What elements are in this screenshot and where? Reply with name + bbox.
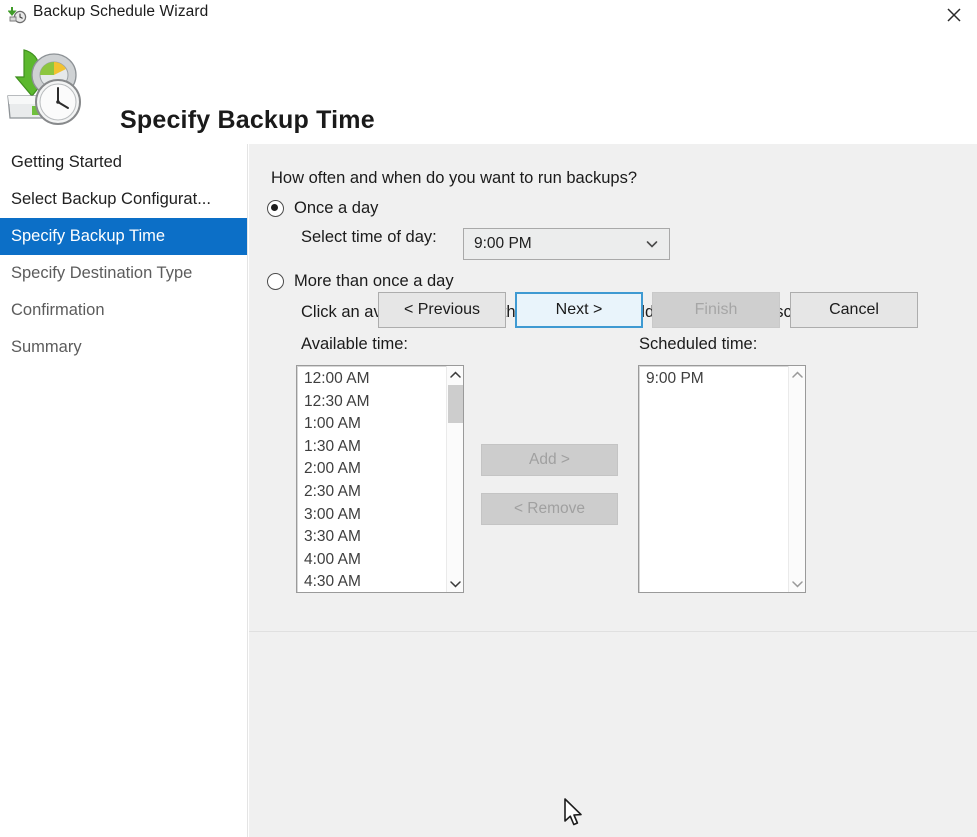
close-icon[interactable] bbox=[931, 0, 977, 30]
remove-button[interactable]: < Remove bbox=[481, 493, 618, 525]
window-title: Backup Schedule Wizard bbox=[33, 3, 209, 20]
radio-once-a-day-mark bbox=[267, 200, 284, 217]
add-button[interactable]: Add > bbox=[481, 444, 618, 476]
scheduled-time-scrollbar[interactable] bbox=[788, 366, 805, 592]
available-time-items: 12:00 AM 12:30 AM 1:00 AM 1:30 AM 2:00 A… bbox=[297, 368, 445, 592]
radio-more-than-once-a-day[interactable]: More than once a day bbox=[267, 272, 454, 291]
backup-schedule-wizard-window: Backup Schedule Wizard Specify Backup Ti… bbox=[0, 0, 977, 837]
chevron-up-icon[interactable] bbox=[789, 366, 805, 383]
sidebar-item-summary[interactable]: Summary bbox=[0, 329, 247, 366]
footer-divider bbox=[249, 631, 977, 632]
list-item[interactable]: 9:00 PM bbox=[646, 368, 787, 391]
list-item[interactable]: 2:00 AM bbox=[304, 458, 445, 481]
list-item[interactable]: 4:00 AM bbox=[304, 549, 445, 572]
scrollbar-thumb[interactable] bbox=[448, 385, 463, 423]
available-time-listbox[interactable]: 12:00 AM 12:30 AM 1:00 AM 1:30 AM 2:00 A… bbox=[296, 365, 464, 593]
list-item[interactable]: 3:30 AM bbox=[304, 526, 445, 549]
chevron-down-icon[interactable] bbox=[447, 575, 463, 592]
sidebar-item-specify-backup-time[interactable]: Specify Backup Time bbox=[0, 218, 247, 255]
list-item[interactable]: 12:00 AM bbox=[304, 368, 445, 391]
radio-once-a-day-label: Once a day bbox=[294, 199, 379, 217]
content-panel: How often and when do you want to run ba… bbox=[249, 144, 977, 837]
wizard-steps-sidebar: Getting Started Select Backup Configurat… bbox=[0, 144, 247, 837]
list-item[interactable]: 4:30 AM bbox=[304, 571, 445, 592]
chevron-down-icon bbox=[645, 237, 659, 251]
finish-button[interactable]: Finish bbox=[652, 292, 780, 328]
time-of-day-dropdown[interactable]: 9:00 PM bbox=[463, 228, 670, 260]
time-of-day-row: Select time of day: bbox=[301, 228, 437, 247]
list-item[interactable]: 1:30 AM bbox=[304, 436, 445, 459]
chevron-up-icon[interactable] bbox=[447, 366, 463, 383]
time-of-day-value: 9:00 PM bbox=[474, 235, 532, 252]
cancel-button[interactable]: Cancel bbox=[790, 292, 918, 328]
question-label: How often and when do you want to run ba… bbox=[271, 169, 637, 187]
list-item[interactable]: 2:30 AM bbox=[304, 481, 445, 504]
list-item[interactable]: 1:00 AM bbox=[304, 413, 445, 436]
scheduled-time-label: Scheduled time: bbox=[639, 335, 758, 353]
page-title: Specify Backup Time bbox=[120, 106, 375, 134]
radio-more-than-once-a-day-mark bbox=[267, 273, 284, 290]
radio-once-a-day[interactable]: Once a day bbox=[267, 199, 378, 218]
backup-clock-icon bbox=[2, 44, 90, 130]
sidebar-item-getting-started[interactable]: Getting Started bbox=[0, 144, 247, 181]
scheduled-time-listbox[interactable]: 9:00 PM bbox=[638, 365, 806, 593]
available-time-scrollbar[interactable] bbox=[446, 366, 463, 592]
chevron-down-icon[interactable] bbox=[789, 575, 805, 592]
previous-button[interactable]: < Previous bbox=[378, 292, 506, 328]
available-time-label: Available time: bbox=[301, 335, 409, 353]
sidebar-item-select-backup-configuration[interactable]: Select Backup Configurat... bbox=[0, 181, 247, 218]
page-header: Specify Backup Time bbox=[0, 30, 977, 144]
list-item[interactable]: 3:00 AM bbox=[304, 504, 445, 527]
backup-schedule-icon bbox=[7, 5, 28, 25]
sidebar-item-confirmation[interactable]: Confirmation bbox=[0, 292, 247, 329]
scheduled-time-items: 9:00 PM bbox=[639, 368, 787, 391]
title-bar: Backup Schedule Wizard bbox=[0, 0, 977, 30]
list-item[interactable]: 12:30 AM bbox=[304, 391, 445, 414]
time-of-day-label: Select time of day: bbox=[301, 228, 437, 246]
radio-more-than-once-a-day-label: More than once a day bbox=[294, 272, 454, 290]
next-button[interactable]: Next > bbox=[515, 292, 643, 328]
sidebar-item-specify-destination-type[interactable]: Specify Destination Type bbox=[0, 255, 247, 292]
